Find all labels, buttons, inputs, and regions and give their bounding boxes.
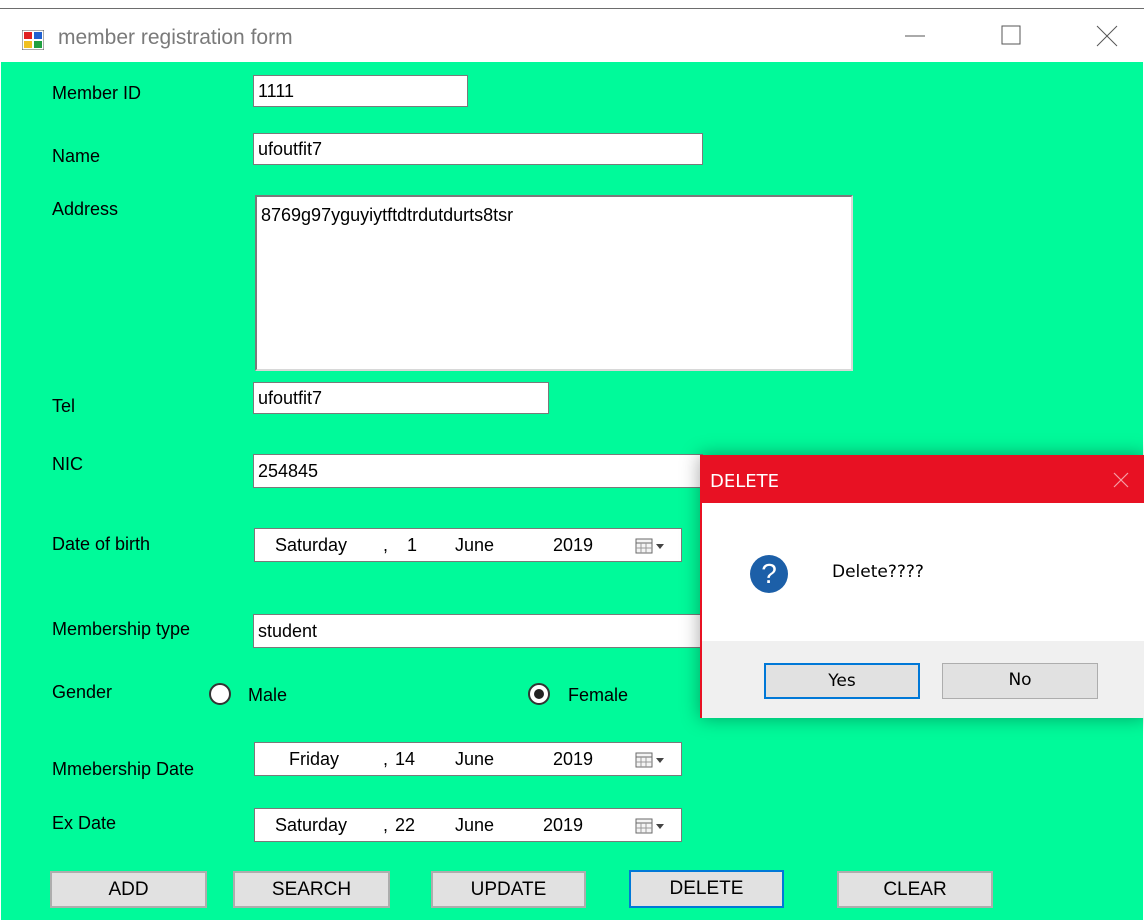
close-icon (1096, 25, 1118, 47)
maximize-icon (1001, 25, 1021, 45)
tel-label: Tel (52, 396, 76, 416)
dob-year: 2019 (553, 535, 594, 555)
radio-selected-dot (534, 689, 544, 699)
no-button[interactable]: No (942, 663, 1098, 699)
minimize-icon (905, 35, 925, 37)
dialog-title: DELETE (710, 471, 780, 492)
ex-date-label: Ex Date (52, 813, 117, 833)
window-title: member registration form (58, 26, 293, 49)
dob-day: Saturday (275, 535, 348, 555)
nic-input[interactable]: 254845 (253, 454, 703, 488)
membership-date-label: Mmebership Date (52, 759, 195, 779)
membership-date: 14 (395, 749, 416, 769)
member-id-input[interactable]: 1111 (253, 75, 468, 107)
ex-year: 2019 (543, 815, 584, 835)
delete-button[interactable]: DELETE (629, 870, 784, 908)
membership-sep: , (383, 749, 389, 769)
question-icon: ? (750, 555, 788, 593)
member-id-label: Member ID (52, 83, 142, 103)
main-window: member registration form Member ID 1111 … (0, 0, 1144, 920)
name-input[interactable]: ufoutfit7 (253, 133, 703, 165)
search-button[interactable]: SEARCH (233, 871, 390, 908)
calendar-dropdown-icon[interactable] (635, 751, 667, 769)
address-textarea[interactable]: 8769g97yguyiytftdtrdutdurts8tsr (255, 195, 853, 371)
name-label: Name (52, 146, 101, 166)
delete-confirm-dialog: DELETE ? Delete???? Yes No (700, 455, 1144, 718)
app-icon (22, 30, 44, 50)
update-button[interactable]: UPDATE (431, 871, 586, 908)
close-button[interactable] (1076, 9, 1138, 62)
nic-label: NIC (52, 454, 83, 474)
membership-day: Friday (289, 749, 340, 769)
minimize-button[interactable] (884, 9, 946, 62)
window-top-edge (0, 0, 1144, 9)
add-button[interactable]: ADD (50, 871, 207, 908)
dob-month: June (455, 535, 495, 555)
yes-button[interactable]: Yes (764, 663, 920, 699)
membership-month: June (455, 749, 495, 769)
dialog-title-bar[interactable]: DELETE (702, 457, 1144, 503)
dialog-body: ? Delete???? (702, 503, 1144, 641)
calendar-dropdown-icon[interactable] (635, 537, 667, 555)
gender-female-radio[interactable] (528, 683, 550, 705)
ex-date-picker[interactable]: Saturday , 22 June 2019 (254, 808, 682, 842)
ex-date: 22 (395, 815, 416, 835)
title-bar[interactable]: member registration form (0, 9, 1144, 62)
ex-day: Saturday (275, 815, 348, 835)
dob-label: Date of birth (52, 534, 151, 554)
membership-date-picker[interactable]: Friday , 14 June 2019 (254, 742, 682, 776)
dob-date-picker[interactable]: Saturday , 1 June 2019 (254, 528, 682, 562)
ex-month: June (455, 815, 495, 835)
dialog-footer: Yes No (702, 641, 1144, 718)
tel-input[interactable]: ufoutfit7 (253, 382, 549, 414)
membership-year: 2019 (553, 749, 594, 769)
membership-type-label: Membership type (52, 619, 191, 639)
gender-female-label[interactable]: Female (568, 685, 628, 706)
clear-button[interactable]: CLEAR (837, 871, 993, 908)
address-label: Address (52, 199, 119, 219)
dob-sep: , (383, 535, 389, 555)
gender-label: Gender (52, 682, 113, 702)
gender-male-label[interactable]: Male (248, 685, 287, 706)
maximize-button[interactable] (980, 9, 1042, 62)
dialog-close-icon[interactable] (1112, 471, 1130, 489)
ex-sep: , (383, 815, 389, 835)
membership-type-input[interactable]: student (253, 614, 703, 648)
dob-date: 1 (407, 535, 418, 555)
dialog-message: Delete???? (832, 562, 924, 582)
gender-male-radio[interactable] (209, 683, 231, 705)
calendar-dropdown-icon[interactable] (635, 817, 667, 835)
